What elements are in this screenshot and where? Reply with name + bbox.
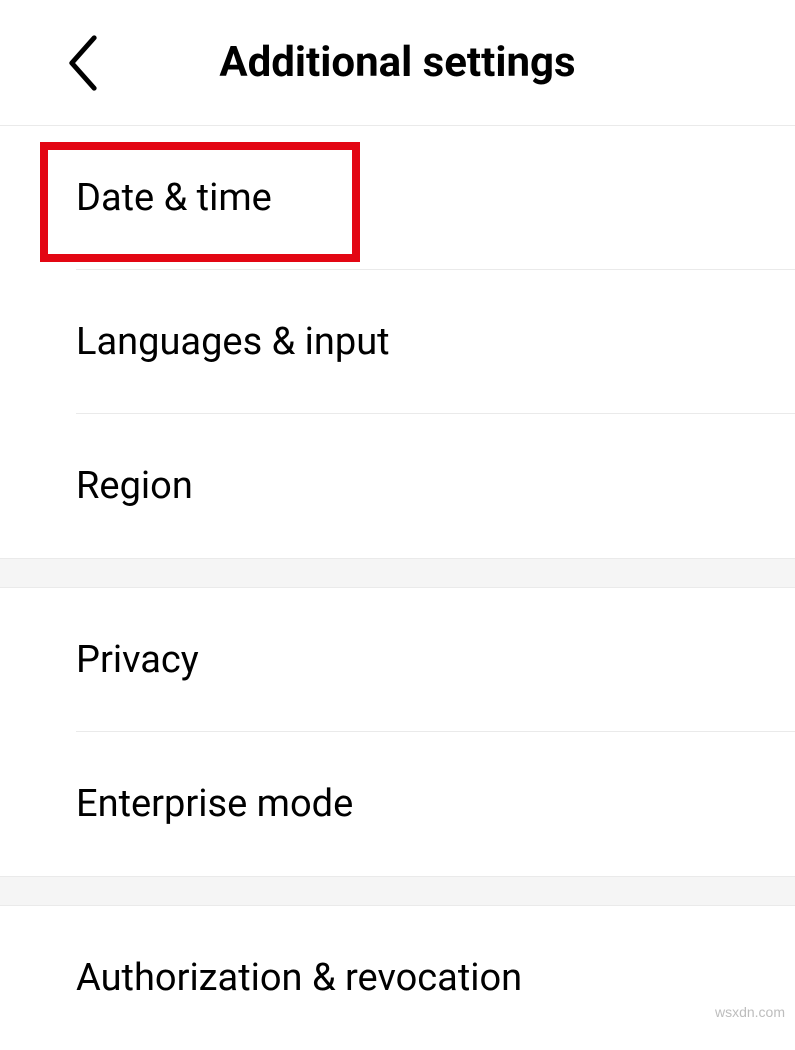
settings-item-authorization-revocation[interactable]: Authorization & revocation xyxy=(0,906,795,1050)
settings-item-label: Enterprise mode xyxy=(76,782,353,826)
settings-item-label: Languages & input xyxy=(76,320,390,364)
watermark: wsxdn.com xyxy=(715,1004,785,1020)
settings-item-date-time[interactable]: Date & time xyxy=(0,126,795,270)
section-divider xyxy=(0,558,795,588)
settings-item-privacy[interactable]: Privacy xyxy=(0,588,795,732)
settings-item-label: Privacy xyxy=(76,638,199,682)
settings-item-label: Region xyxy=(76,464,193,508)
settings-item-languages-input[interactable]: Languages & input xyxy=(0,270,795,414)
page-title: Additional settings xyxy=(0,38,795,87)
section-divider xyxy=(0,876,795,906)
settings-item-label: Authorization & revocation xyxy=(76,956,522,1000)
settings-item-label: Date & time xyxy=(76,176,272,220)
back-button[interactable] xyxy=(66,35,100,91)
header: Additional settings xyxy=(0,0,795,126)
settings-item-enterprise-mode[interactable]: Enterprise mode xyxy=(0,732,795,876)
settings-item-region[interactable]: Region xyxy=(0,414,795,558)
chevron-left-icon xyxy=(66,35,100,91)
